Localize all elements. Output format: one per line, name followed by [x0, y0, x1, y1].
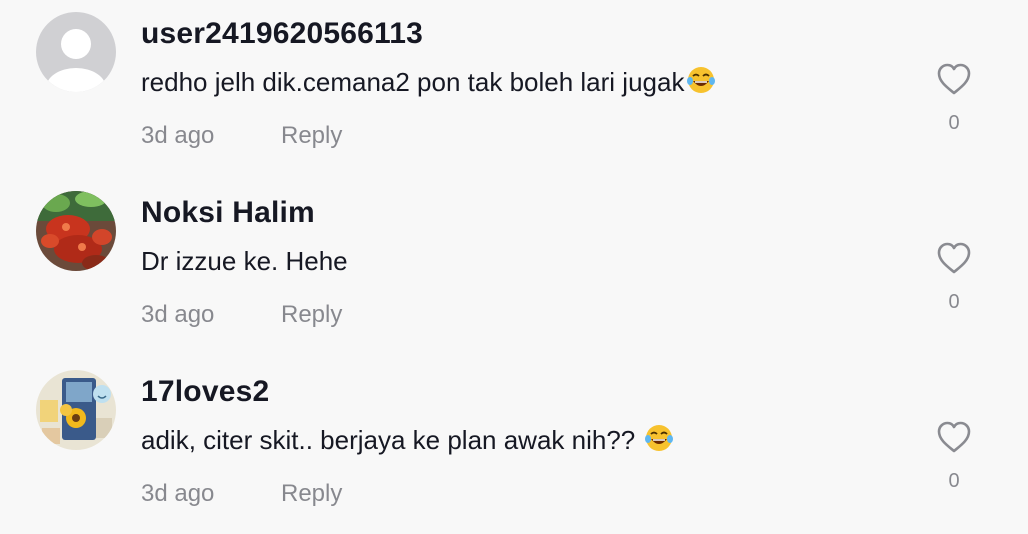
heart-icon	[937, 421, 971, 453]
comment-list: user2419620566113 redho jelh dik.cemana2…	[0, 0, 1028, 534]
like-button[interactable]: 0	[930, 416, 978, 506]
like-count: 0	[948, 112, 960, 134]
like-count: 0	[948, 470, 960, 492]
comment-timestamp: 3d ago	[141, 122, 215, 149]
reply-button[interactable]: Reply	[281, 120, 342, 152]
comment-username[interactable]: user2419620566113	[141, 14, 423, 54]
heart-icon	[937, 63, 971, 95]
tears-of-joy-emoji-icon	[686, 65, 716, 104]
crab-photo-icon	[36, 191, 116, 271]
like-button[interactable]: 0	[930, 237, 978, 327]
default-avatar-icon	[36, 12, 116, 92]
comment-text-content: adik, citer skit.. berjaya ke plan awak …	[141, 425, 643, 455]
comment-username[interactable]: 17loves2	[141, 372, 269, 412]
comment-meta: 3d ago Reply	[141, 120, 342, 152]
avatar-crab-photo[interactable]	[36, 191, 116, 271]
comment-text: redho jelh dik.cemana2 pon tak boleh lar…	[141, 64, 716, 104]
comment-item: user2419620566113 redho jelh dik.cemana2…	[0, 0, 1028, 179]
comment-item: 17loves2 adik, citer skit.. berjaya ke p…	[0, 358, 1028, 534]
comment-text-content: Dr izzue ke. Hehe	[141, 246, 348, 276]
tears-of-joy-emoji-icon	[644, 423, 674, 462]
comment-timestamp: 3d ago	[141, 301, 215, 328]
comment-meta: 3d ago Reply	[141, 299, 342, 331]
avatar-sunflower-collage[interactable]	[36, 370, 116, 450]
like-count: 0	[948, 291, 960, 313]
like-button[interactable]: 0	[930, 58, 978, 148]
reply-button[interactable]: Reply	[281, 478, 342, 510]
comment-text-content: redho jelh dik.cemana2 pon tak boleh lar…	[141, 67, 685, 97]
sunflower-collage-icon	[36, 370, 116, 450]
heart-icon	[937, 242, 971, 274]
comment-item: Noksi Halim Dr izzue ke. Hehe 3d ago Rep…	[0, 179, 1028, 358]
comment-username[interactable]: Noksi Halim	[141, 193, 315, 233]
comment-text: Dr izzue ke. Hehe	[141, 243, 348, 279]
reply-button[interactable]: Reply	[281, 299, 342, 331]
comment-meta: 3d ago Reply	[141, 478, 342, 510]
comment-text: adik, citer skit.. berjaya ke plan awak …	[141, 422, 674, 462]
comment-timestamp: 3d ago	[141, 480, 215, 507]
avatar-default[interactable]	[36, 12, 116, 92]
